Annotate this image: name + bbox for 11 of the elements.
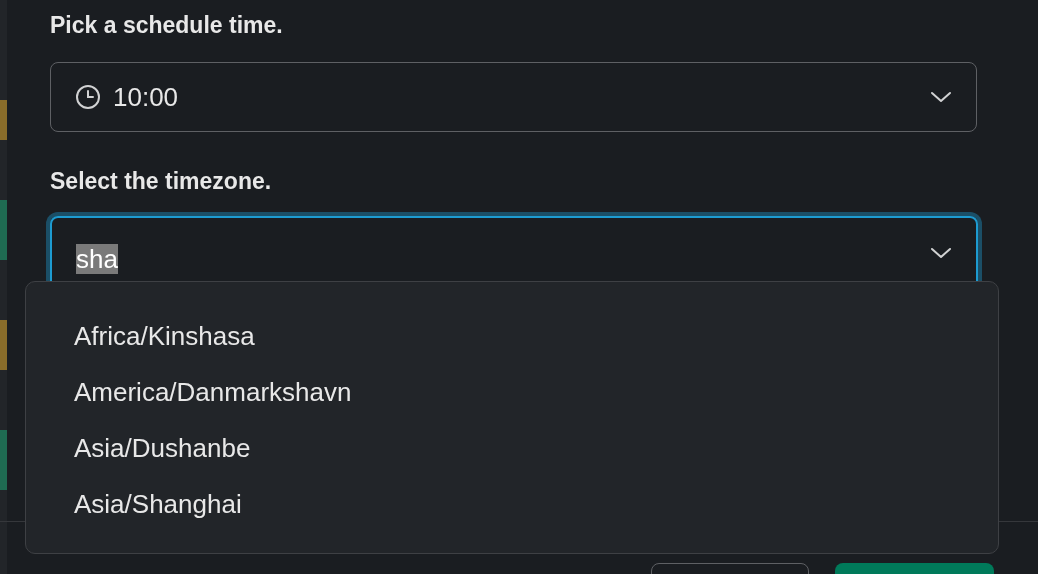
field-label: Select the timezone.	[50, 167, 273, 196]
input-text: sha	[76, 244, 118, 274]
timezone-option[interactable]: Africa/Kinshasa	[74, 314, 950, 370]
clock-icon	[75, 84, 101, 110]
timezone-option[interactable]: Asia/Dushanbe	[74, 426, 950, 482]
field-label: Pick a schedule time.	[50, 11, 284, 40]
time-select[interactable]: 10:00	[50, 62, 977, 132]
chevron-down-icon	[930, 90, 952, 104]
chevron-down-icon	[930, 246, 952, 260]
timezone-option[interactable]: Asia/Shanghai	[74, 482, 950, 538]
timezone-option[interactable]: America/Danmarkshavn	[74, 370, 950, 426]
